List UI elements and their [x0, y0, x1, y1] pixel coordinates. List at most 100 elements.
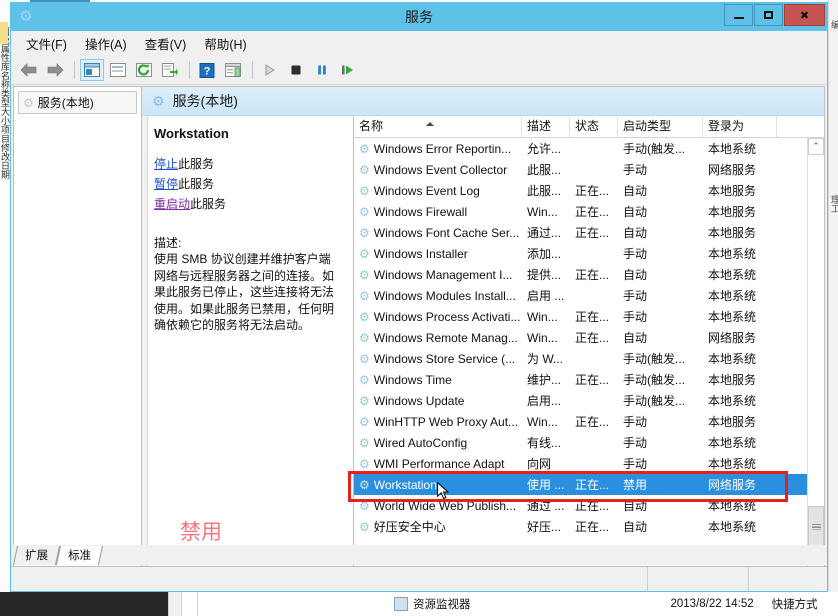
close-button[interactable]: ✖ — [784, 4, 825, 26]
table-row[interactable]: ⚙ Windows Management I... 提供... 正在... 自动 本地系统 — [354, 264, 824, 285]
table-row[interactable]: ⚙ Windows Store Service (... 为 W... 手动(触发..… — [354, 348, 824, 369]
restart-service-link[interactable]: 重启动 — [154, 197, 190, 211]
table-row[interactable]: ⚙ WinHTTP Web Proxy Aut... Win... 正在... 手动 本地… — [354, 411, 824, 432]
properties-button[interactable] — [106, 59, 130, 81]
cell-description: 有线... — [527, 436, 562, 450]
table-row[interactable]: ⚙ Windows Event Log 此服... 正在... 自动 本地服务 — [354, 180, 824, 201]
help-button[interactable]: ? — [195, 59, 219, 81]
table-row[interactable]: ⚙ Windows Process Activati... Win... 正在... 手… — [354, 306, 824, 327]
back-arrow-icon — [20, 63, 37, 77]
cell-log-on-as: 本地服务 — [708, 415, 757, 429]
status-bar-pane-1 — [647, 567, 748, 591]
service-gear-icon: ⚙ — [359, 309, 370, 324]
table-row[interactable]: ⚙ World Wide Web Publish... 通过 ... 正在... 自动 本… — [354, 495, 824, 516]
cell-name: ⚙ WinHTTP Web Proxy Aut... — [354, 415, 522, 429]
column-header-filler — [777, 116, 824, 137]
table-row[interactable]: ⚙ WMI Performance Adapt 向网 手动 本地系统 — [354, 453, 824, 474]
show-action-pane-button[interactable] — [221, 59, 245, 81]
scrollbar-thumb[interactable] — [808, 506, 824, 548]
stop-service-button[interactable] — [284, 59, 308, 81]
stop-service-link[interactable]: 停止 — [154, 157, 178, 171]
table-row[interactable]: ⚙ Workstation 使用 ... 正在... 禁用 网络服务 — [354, 474, 824, 495]
menu-file[interactable]: 文件(F) — [17, 31, 76, 56]
background-right-label-top: 编 — [830, 20, 838, 29]
table-row[interactable]: ⚙ Windows Event Collector 此服... 手动 网络服务 — [354, 159, 824, 180]
refresh-button[interactable] — [132, 59, 156, 81]
list-vertical-scrollbar[interactable]: ⌃ ⌄ — [807, 138, 824, 588]
table-row[interactable]: ⚙ Windows Installer 添加... 手动 本地系统 — [354, 243, 824, 264]
taskbar-dark-region — [0, 592, 168, 616]
menu-help[interactable]: 帮助(H) — [195, 31, 255, 56]
cell-startup-type: 手动(触发... — [623, 142, 685, 156]
cell-status: 正在... — [575, 184, 610, 198]
description-text: 使用 SMB 协议创建并维护客户端网络与远程服务器之间的连接。如果此服务已停止，… — [154, 252, 335, 332]
table-row[interactable]: ⚙ Wired AutoConfig 有线... 手动 本地系统 — [354, 432, 824, 453]
column-header-status[interactable]: 状态 — [570, 116, 618, 137]
show-hide-tree-button[interactable] — [80, 59, 104, 81]
service-gear-icon: ⚙ — [359, 288, 370, 303]
column-header-startup-type[interactable]: 启动类型 — [618, 116, 703, 137]
console-tree-pane: ⚙ 服务(本地) — [13, 86, 141, 589]
restart-service-button[interactable] — [336, 59, 360, 81]
svg-text:?: ? — [204, 65, 211, 77]
tab-standard[interactable]: 标准 — [55, 546, 104, 565]
table-row[interactable]: ⚙ Windows Error Reportin... 允许... 手动(触发... 本… — [354, 138, 824, 159]
back-button[interactable] — [17, 59, 41, 81]
table-row[interactable]: ⚙ 好压安全中心 好压... 正在... 自动 本地系统 — [354, 516, 824, 537]
column-header-name[interactable]: 名称 — [354, 116, 522, 137]
service-name-label: Windows Event Log — [373, 183, 480, 198]
scroll-up-button[interactable]: ⌃ — [808, 138, 824, 155]
service-name-label: Windows Management I... — [373, 267, 513, 282]
restart-service-line: 重启动此服务 — [154, 195, 343, 212]
cell-name: ⚙ Windows Management I... — [354, 268, 522, 282]
tab-extended[interactable]: 扩展 — [12, 546, 61, 565]
pause-service-button[interactable] — [310, 59, 334, 81]
column-header-name-label: 名称 — [359, 119, 384, 133]
service-name-label: 好压安全中心 — [373, 520, 446, 534]
start-service-button[interactable] — [258, 59, 282, 81]
forward-button[interactable] — [43, 59, 67, 81]
cell-name: ⚙ Windows Installer — [354, 247, 522, 261]
cell-name: ⚙ Windows Process Activati... — [354, 310, 522, 324]
menu-action[interactable]: 操作(A) — [76, 31, 136, 56]
detail-service-name: Workstation — [154, 126, 229, 141]
export-list-button[interactable] — [158, 59, 182, 81]
cell-log-on-as: 本地系统 — [708, 436, 757, 450]
column-header-log-on-as[interactable]: 登录为 — [703, 116, 777, 137]
background-left-strip: 面板属性库名称类型大小项目修改日期 — [0, 0, 10, 592]
cell-description: Win... — [527, 330, 558, 345]
background-folder-icon — [0, 22, 8, 44]
taskbar-item-resource-monitor[interactable]: 资源监视器 — [394, 596, 471, 612]
sort-ascending-icon — [426, 122, 434, 126]
pause-service-link[interactable]: 暂停 — [154, 177, 178, 191]
cell-description: 通过... — [527, 226, 562, 240]
table-row[interactable]: ⚙ Windows Modules Install... 启用 ... 手动 本地系统 — [354, 285, 824, 306]
table-row[interactable]: ⚙ Windows Update 启用... 手动(触发... 本地系统 — [354, 390, 824, 411]
maximize-icon — [764, 11, 773, 19]
table-row[interactable]: ⚙ Windows Firewall Win... 正在... 自动 本地服务 — [354, 201, 824, 222]
maximize-button[interactable] — [754, 4, 783, 26]
services-window: ⚙ 服务 ✖ 文件(F) 操作(A) 查看(V) 帮助(H) ? ⚙ 服务(本地… — [10, 2, 828, 592]
cell-name: ⚙ Windows Store Service (... — [354, 352, 522, 366]
table-row[interactable]: ⚙ Windows Time 维护... 正在... 手动(触发... 本地服务 — [354, 369, 824, 390]
cell-log-on-as: 本地系统 — [708, 310, 757, 324]
service-gear-icon: ⚙ — [359, 498, 370, 513]
service-gear-icon: ⚙ — [359, 183, 370, 198]
tree-node-label: 服务(本地) — [37, 96, 94, 110]
column-header-description[interactable]: 描述 — [522, 116, 570, 137]
pause-service-line: 暂停此服务 — [154, 175, 343, 192]
cell-name: ⚙ Workstation — [354, 478, 522, 492]
service-gear-icon: ⚙ — [359, 519, 370, 534]
cell-log-on-as: 本地服务 — [708, 184, 757, 198]
sidebar-item-services-local[interactable]: ⚙ 服务(本地) — [18, 91, 137, 114]
service-detail-panel: Workstation 停止此服务 暂停此服务 重启动此服务 描述: 使用 SM… — [142, 116, 354, 588]
cell-log-on-as: 网络服务 — [708, 331, 757, 345]
cell-name: ⚙ Windows Event Log — [354, 184, 522, 198]
table-row[interactable]: ⚙ Windows Font Cache Ser... 通过... 正在... 自动 本地… — [354, 222, 824, 243]
tab-standard-label: 标准 — [68, 550, 92, 562]
menu-view[interactable]: 查看(V) — [136, 31, 196, 56]
service-name-label: Windows Firewall — [373, 204, 468, 219]
cell-name: ⚙ WMI Performance Adapt — [354, 457, 522, 471]
table-row[interactable]: ⚙ Windows Remote Manag... Win... 正在... 自动 网络服… — [354, 327, 824, 348]
minimize-button[interactable] — [724, 4, 753, 26]
